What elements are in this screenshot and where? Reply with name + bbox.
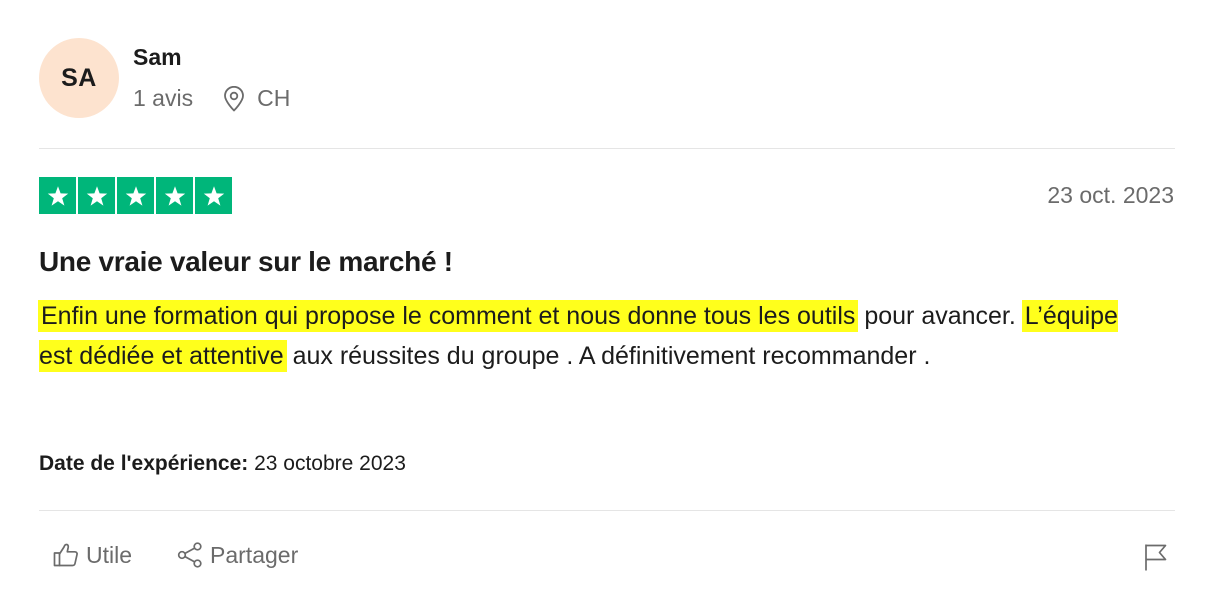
review-card: SA Sam 1 avis CH 23 oct. 2023 Une vraie … bbox=[0, 0, 1214, 594]
review-title[interactable]: Une vraie valeur sur le marché ! bbox=[39, 246, 453, 278]
avatar-initials: SA bbox=[61, 63, 97, 92]
divider bbox=[39, 148, 1175, 149]
review-text-segment: pour avancer. bbox=[857, 302, 1023, 330]
experience-date-value: 23 octobre 2023 bbox=[248, 452, 406, 475]
share-icon bbox=[176, 541, 204, 569]
highlighted-text: Enfin une formation qui propose le comme… bbox=[38, 300, 859, 332]
useful-label: Utile bbox=[86, 541, 133, 568]
useful-button[interactable]: Utile bbox=[52, 541, 132, 569]
avatar[interactable]: SA bbox=[39, 38, 119, 118]
report-flag-button[interactable] bbox=[1142, 542, 1170, 572]
star-icon bbox=[195, 177, 232, 214]
flag-icon bbox=[1142, 544, 1170, 576]
divider bbox=[39, 510, 1175, 511]
reviewer-country: CH bbox=[257, 85, 291, 111]
review-text-segment: aux réussites du groupe . A définitiveme… bbox=[285, 342, 931, 370]
share-button[interactable]: Partager bbox=[176, 541, 298, 569]
star-icon bbox=[117, 177, 154, 214]
experience-date: Date de l'expérience: 23 octobre 2023 bbox=[39, 452, 406, 476]
review-actions: Utile Partager bbox=[52, 541, 298, 569]
review-date: 23 oct. 2023 bbox=[1047, 182, 1174, 208]
reviewer-meta: 1 avis CH bbox=[133, 85, 290, 112]
review-count: 1 avis bbox=[133, 85, 194, 111]
experience-date-label: Date de l'expérience: bbox=[39, 452, 249, 475]
star-icon bbox=[78, 177, 115, 214]
review-body: Enfin une formation qui propose le comme… bbox=[38, 296, 1149, 376]
location-pin-icon bbox=[223, 85, 245, 112]
share-label: Partager bbox=[210, 541, 299, 568]
star-rating bbox=[39, 177, 232, 214]
star-icon bbox=[39, 177, 76, 214]
star-icon bbox=[156, 177, 193, 214]
thumbs-up-icon bbox=[52, 541, 80, 569]
reviewer-name[interactable]: Sam bbox=[133, 44, 182, 71]
